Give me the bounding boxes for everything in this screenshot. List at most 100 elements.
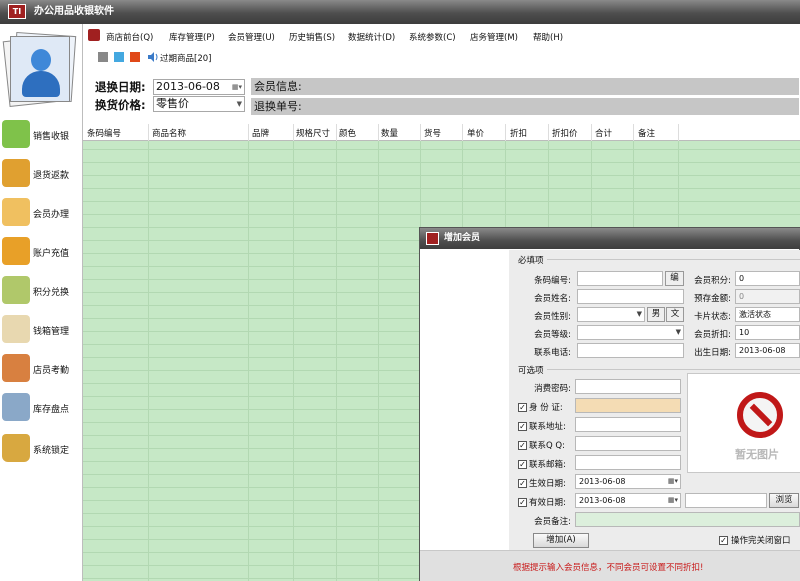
column-divider (336, 124, 337, 141)
address-checkbox[interactable]: ✓ (518, 422, 527, 431)
menu-store-management[interactable]: 店务管理(M) (470, 31, 518, 43)
column-header[interactable]: 折扣 (510, 127, 527, 139)
effective-date-picker[interactable]: 2013-06-08 ▦▾ (575, 474, 681, 489)
birthday-input[interactable]: 2013-06-08 (735, 343, 800, 358)
sidebar-item-attendance[interactable]: 店员考勤 (0, 351, 82, 387)
return-date-label: 退换日期: (95, 80, 146, 94)
sidebar-item-cashbox[interactable]: 钱箱管理 (0, 312, 82, 348)
column-header[interactable]: 折扣价 (552, 127, 578, 139)
person-icon (31, 49, 51, 71)
member-photo-box[interactable]: 暂无图片 (687, 373, 800, 473)
sidebar-item-lock[interactable]: 系统锁定 (0, 431, 82, 467)
dialog-title: 增加会员 (444, 233, 481, 243)
calendar-dropdown-icon[interactable]: ▦▾ (668, 475, 678, 488)
speaker-icon[interactable] (147, 51, 159, 63)
sidebar-item-label: 库存盘点 (33, 405, 70, 415)
chevron-down-icon[interactable]: ▼ (637, 308, 642, 321)
left-nav-panel: 销售收银 退货返款 会员办理 账户充值 积分兑换 钱箱管理 店员考勤 库存盘点 … (0, 24, 83, 581)
effective-date-label: 生效日期: (529, 479, 566, 489)
column-divider (462, 124, 463, 141)
menu-system-params[interactable]: 系统参数(C) (409, 31, 456, 43)
close-after-checkbox[interactable]: ✓ (719, 536, 728, 545)
menu-history-sales[interactable]: 历史销售(S) (289, 31, 335, 43)
column-header[interactable]: 品牌 (252, 127, 269, 139)
column-header[interactable]: 条码编号 (87, 127, 121, 139)
add-member-dialog: 增加会员 必填项 条码编号: 编 会员积分: 0 会员姓名: 预存金额: 0 会… (419, 227, 800, 581)
qq-checkbox[interactable]: ✓ (518, 441, 527, 450)
menu-help[interactable]: 帮助(H) (533, 31, 563, 43)
address-input[interactable] (575, 417, 681, 432)
gender-select[interactable]: ▼ (577, 307, 645, 322)
column-header[interactable]: 备注 (638, 127, 655, 139)
column-header[interactable]: 颜色 (339, 127, 356, 139)
return-number-field[interactable]: 退换单号: (251, 98, 799, 115)
chevron-down-icon[interactable]: ▼ (237, 97, 242, 111)
sidebar-item-member[interactable]: 会员办理 (0, 195, 82, 231)
qq-label: 联系Q Q: (529, 441, 565, 451)
column-divider (591, 124, 592, 141)
sidebar-item-recharge[interactable]: 账户充值 (0, 234, 82, 270)
column-divider (248, 124, 249, 141)
level-select[interactable]: ▼ (577, 325, 684, 340)
required-section-title: 必填项 (518, 256, 544, 266)
calendar-dropdown-icon[interactable]: ▦▾ (668, 494, 678, 507)
member-info-label: 会员信息: (254, 80, 302, 93)
menu-member[interactable]: 会员管理(U) (228, 31, 275, 43)
points-input[interactable]: 0 (735, 271, 800, 286)
name-input[interactable] (577, 289, 684, 304)
dialog-titlebar[interactable]: 增加会员 (420, 228, 800, 249)
add-member-button[interactable]: 增加(A) (533, 533, 589, 548)
blue-square-icon[interactable] (114, 52, 124, 62)
barcode-input[interactable] (577, 271, 663, 286)
phone-input[interactable] (577, 343, 684, 358)
column-header[interactable]: 单价 (467, 127, 484, 139)
sidebar-item-inventory[interactable]: 库存盘点 (0, 390, 82, 426)
note-input[interactable] (575, 512, 800, 527)
expired-goods-link[interactable]: 过期商品[20] (160, 52, 211, 64)
sidebar-item-return[interactable]: 退货返款 (0, 156, 82, 192)
expiry-date-checkbox[interactable]: ✓ (518, 498, 527, 507)
photo-path-input[interactable] (685, 493, 767, 508)
return-box-icon (2, 159, 30, 187)
calendar-dropdown-icon[interactable]: ▦▾ (232, 80, 242, 94)
menu-statistics[interactable]: 数据统计(D) (348, 31, 395, 43)
card-status-select[interactable]: 激活状态 (735, 307, 800, 322)
effective-date-checkbox[interactable]: ✓ (518, 479, 527, 488)
column-header[interactable]: 规格尺寸 (296, 127, 330, 139)
password-input[interactable] (575, 379, 681, 394)
menu-store-front[interactable]: 商店前台(Q) (106, 31, 153, 43)
gender-label: 会员性别: (534, 312, 571, 322)
sidebar-item-sales[interactable]: 销售收银 (0, 117, 82, 153)
column-header[interactable]: 商品名称 (152, 127, 186, 139)
person-body-icon (22, 71, 60, 97)
effective-date-value: 2013-06-08 (579, 477, 626, 486)
male-button[interactable]: 男 (647, 307, 665, 322)
level-label: 会员等级: (534, 330, 571, 340)
menu-inventory[interactable]: 库存管理(P) (169, 31, 215, 43)
column-header[interactable]: 合计 (595, 127, 612, 139)
orange-square-icon[interactable] (130, 52, 140, 62)
chevron-down-icon[interactable]: ▼ (676, 326, 681, 339)
female-button[interactable]: 文 (666, 307, 684, 322)
browse-button[interactable]: 浏览 (769, 493, 799, 508)
points-exchange-icon (2, 276, 30, 304)
email-input[interactable] (575, 455, 681, 470)
exchange-price-select[interactable]: 零售价 ▼ (153, 96, 245, 112)
member-info-field[interactable]: 会员信息: (251, 78, 799, 95)
discount-input[interactable]: 10 (735, 325, 800, 340)
expiry-date-picker[interactable]: 2013-06-08 ▦▾ (575, 493, 681, 508)
sidebar-item-points[interactable]: 积分兑换 (0, 273, 82, 309)
user-avatar[interactable] (2, 30, 78, 107)
column-header[interactable]: 数量 (381, 127, 398, 139)
id-checkbox[interactable]: ✓ (518, 403, 527, 412)
id-number-input[interactable] (575, 398, 681, 413)
edit-barcode-button[interactable]: 编 (665, 271, 684, 286)
return-date-value: 2013-06-08 (156, 80, 220, 93)
email-checkbox[interactable]: ✓ (518, 460, 527, 469)
column-header[interactable]: 货号 (424, 127, 441, 139)
return-date-picker[interactable]: 2013-06-08 ▦▾ (153, 79, 245, 95)
qq-input[interactable] (575, 436, 681, 451)
gray-square-icon[interactable] (98, 52, 108, 62)
id-label: 身 份 证: (529, 403, 563, 413)
goods-table-header: 条码编号 商品名称 品牌 规格尺寸 颜色 数量 货号 单价 折扣 折扣价 合计 … (83, 124, 800, 141)
